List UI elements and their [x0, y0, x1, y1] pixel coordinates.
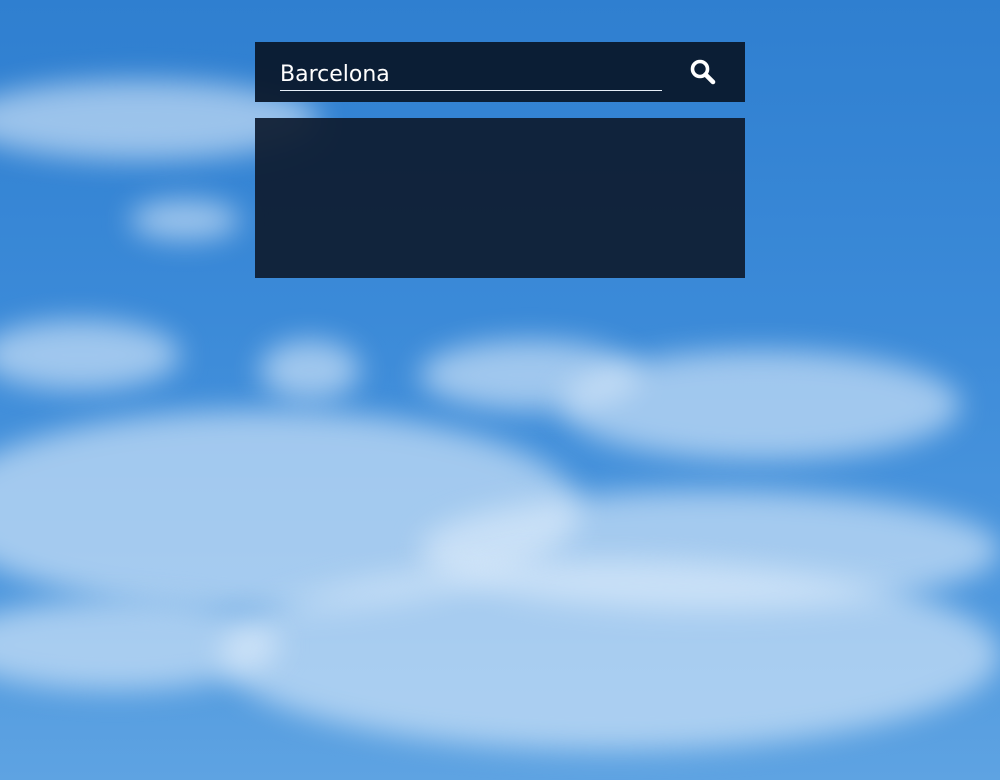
- search-button[interactable]: [685, 56, 721, 88]
- cloud-shape: [0, 320, 180, 390]
- cloud-shape: [220, 560, 1000, 750]
- search-input[interactable]: [280, 58, 662, 91]
- cloud-shape: [130, 200, 240, 240]
- cloud-shape: [260, 340, 360, 400]
- cloud-shape: [560, 350, 960, 460]
- search-icon: [690, 59, 716, 85]
- search-results-panel: [255, 118, 745, 278]
- search-bar: [255, 42, 745, 102]
- sky-background: [0, 0, 1000, 780]
